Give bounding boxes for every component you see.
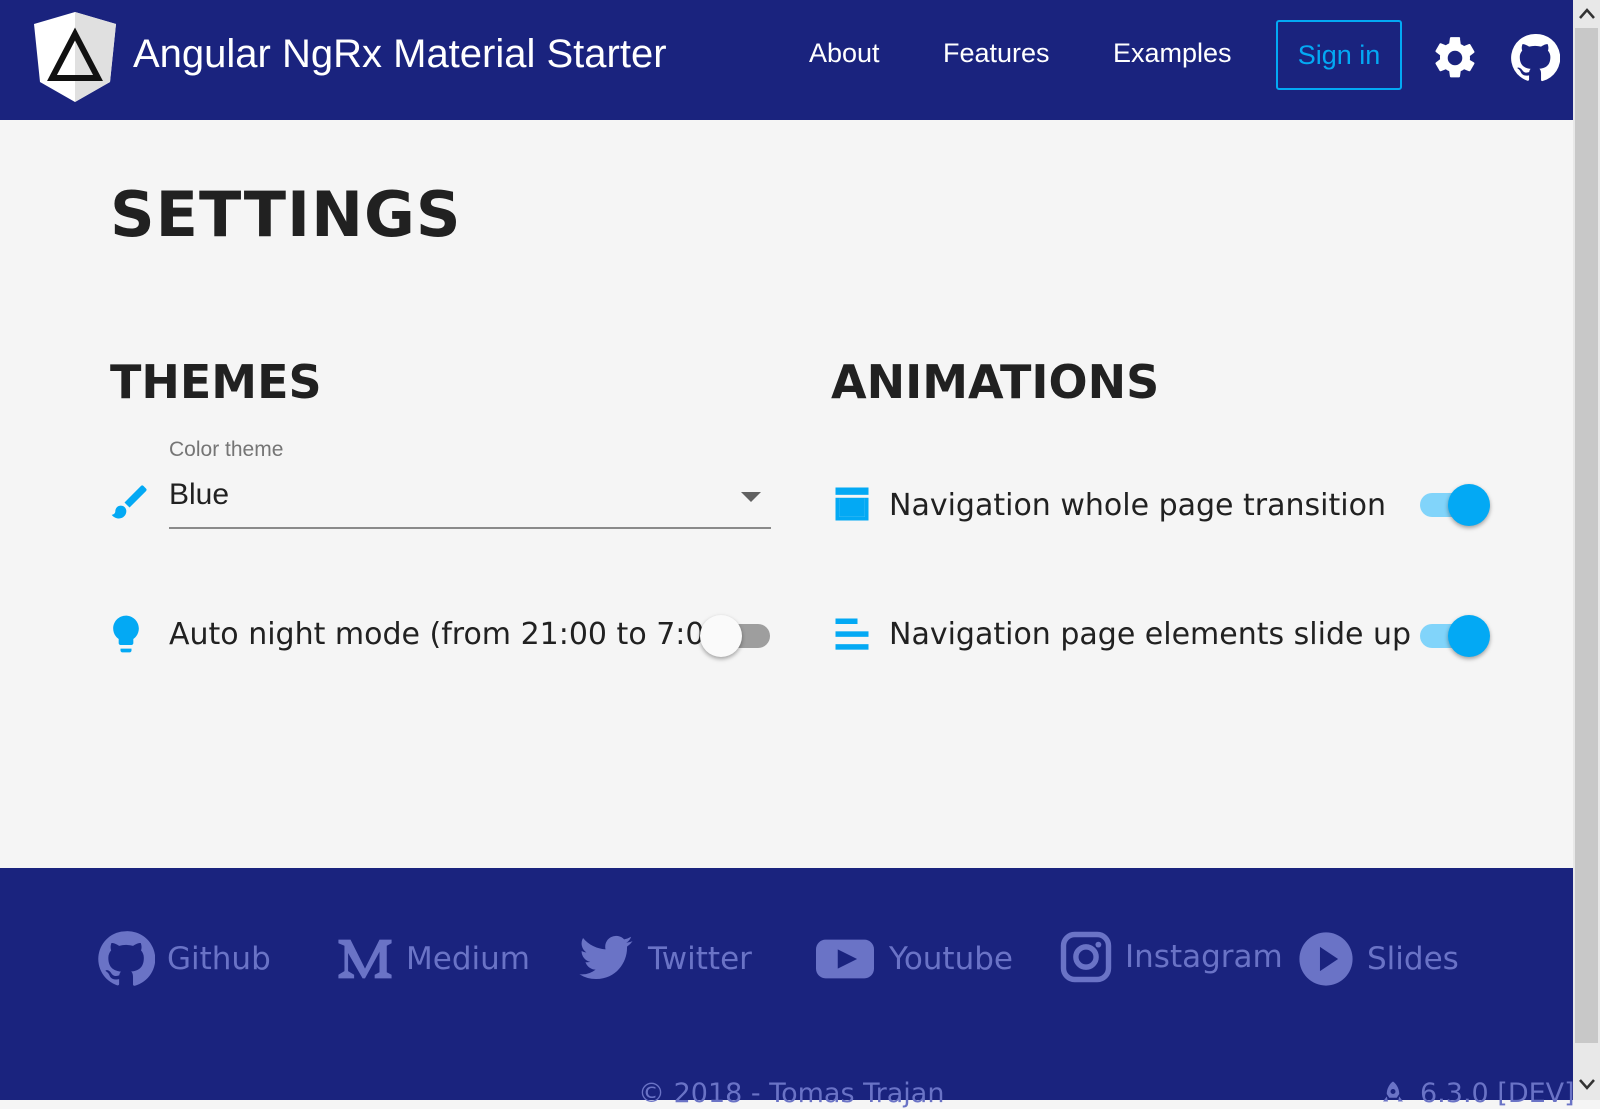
footer-link-label: Instagram xyxy=(1125,939,1283,975)
copyright-text: © 2018 - Tomas Trajan xyxy=(638,1078,945,1109)
footer: Github Medium Twitter Youtube Instagram xyxy=(0,868,1575,1109)
color-theme-label: Color theme xyxy=(169,438,284,461)
github-icon[interactable] xyxy=(1510,33,1561,83)
top-toolbar: Angular NgRx Material Starter About Feat… xyxy=(0,0,1573,120)
footer-link-label: Github xyxy=(167,941,271,977)
instagram-icon xyxy=(1060,931,1112,983)
scrollbar-thumb[interactable] xyxy=(1575,28,1598,1043)
night-mode-label: Auto night mode (from 21:00 to 7:00) xyxy=(169,617,736,652)
window-icon xyxy=(830,482,874,526)
github-icon xyxy=(98,931,155,986)
toggle-knob xyxy=(700,615,742,657)
angular-logo-icon[interactable] xyxy=(30,10,120,104)
footer-link-label: Youtube xyxy=(889,941,1013,977)
medium-icon xyxy=(338,939,392,979)
page-title: SETTINGS xyxy=(110,178,462,251)
footer-link-label: Twitter xyxy=(648,941,752,977)
footer-link-label: Medium xyxy=(406,941,530,977)
themes-section-title: THEMES xyxy=(110,355,322,409)
nav-features[interactable]: Features xyxy=(943,38,1050,69)
gear-icon[interactable] xyxy=(1430,33,1480,83)
footer-link-github[interactable]: Github xyxy=(97,930,271,988)
dropdown-arrow-icon xyxy=(741,492,761,502)
footer-link-label: Slides xyxy=(1367,941,1459,977)
footer-link-twitter[interactable]: Twitter xyxy=(576,930,752,988)
footer-link-medium[interactable]: Medium xyxy=(336,930,530,988)
rocket-icon xyxy=(1383,1081,1403,1101)
color-theme-value: Blue xyxy=(169,478,230,511)
elements-slide-toggle[interactable] xyxy=(1416,615,1490,657)
page-transition-toggle[interactable] xyxy=(1416,484,1490,526)
nav-examples[interactable]: Examples xyxy=(1113,38,1232,69)
lightbulb-icon xyxy=(104,612,148,656)
align-lines-icon xyxy=(830,613,874,657)
nav-about[interactable]: About xyxy=(809,38,880,69)
version-info: 6.3.0 [DEV] xyxy=(1376,1078,1575,1109)
twitter-icon xyxy=(579,935,633,980)
elements-slide-label: Navigation page elements slide up xyxy=(889,617,1412,652)
sign-in-button[interactable]: Sign in xyxy=(1276,20,1402,90)
toggle-knob xyxy=(1448,484,1490,526)
scroll-up-icon[interactable] xyxy=(1577,4,1597,24)
paintbrush-icon xyxy=(108,480,152,524)
play-circle-icon xyxy=(1299,932,1353,986)
footer-link-slides[interactable]: Slides xyxy=(1297,930,1459,988)
color-theme-select[interactable]: Blue xyxy=(169,470,771,529)
app-title[interactable]: Angular NgRx Material Starter xyxy=(133,32,667,77)
night-mode-toggle[interactable] xyxy=(700,615,774,657)
vertical-scrollbar[interactable] xyxy=(1573,0,1600,1100)
footer-link-instagram[interactable]: Instagram xyxy=(1059,930,1283,984)
version-text: 6.3.0 [DEV] xyxy=(1420,1078,1575,1109)
toggle-knob xyxy=(1448,615,1490,657)
animations-section-title: ANIMATIONS xyxy=(831,355,1160,409)
scroll-down-icon[interactable] xyxy=(1577,1074,1597,1094)
footer-link-youtube[interactable]: Youtube xyxy=(813,930,1013,988)
youtube-icon xyxy=(816,939,874,979)
page-transition-label: Navigation whole page transition xyxy=(889,488,1386,523)
